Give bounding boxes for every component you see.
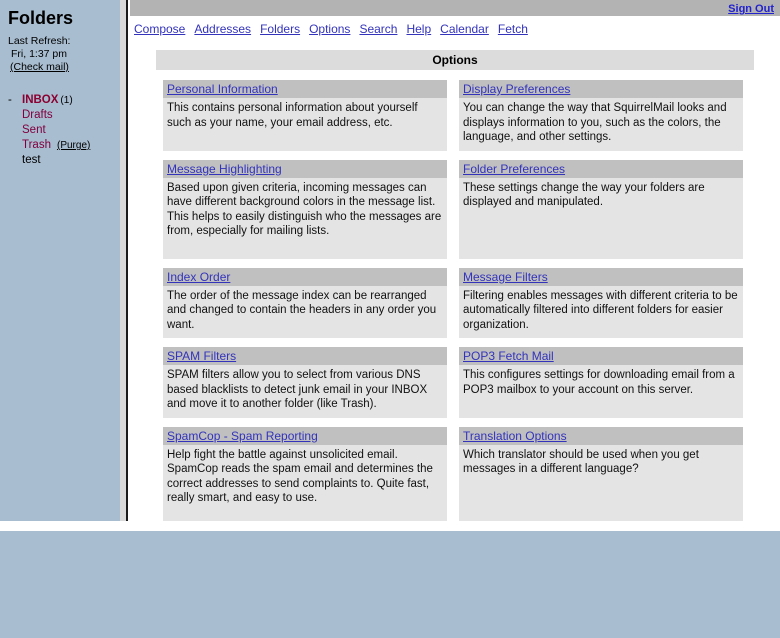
option-link-message-filters[interactable]: Message Filters bbox=[463, 270, 548, 284]
option-card-description: Which translator should be used when you… bbox=[463, 448, 699, 476]
option-link-spam-filters[interactable]: SPAM Filters bbox=[167, 349, 236, 363]
option-link-index-order[interactable]: Index Order bbox=[167, 270, 230, 284]
folder-link-drafts[interactable]: Drafts bbox=[22, 109, 53, 121]
option-link-display-preferences[interactable]: Display Preferences bbox=[463, 82, 570, 96]
main-frame: Sign Out Compose Addresses Folders Options S… bbox=[130, 0, 780, 521]
options-row: Personal Information This contains perso… bbox=[163, 80, 754, 151]
folder-label-test: test bbox=[22, 154, 41, 166]
last-refresh-time: Fri, 1:37 pm bbox=[11, 48, 68, 60]
option-card-description: Filtering enables messages with differen… bbox=[463, 289, 738, 331]
folder-item-drafts[interactable]: Drafts bbox=[8, 108, 114, 123]
option-link-translation-options[interactable]: Translation Options bbox=[463, 429, 567, 443]
option-card-spam-filters[interactable]: SPAM Filters SPAM filters allow you to s… bbox=[163, 347, 447, 418]
option-card-header: SPAM Filters bbox=[163, 347, 447, 365]
options-grid: Personal Information This contains perso… bbox=[163, 80, 754, 521]
nav-item-folders[interactable]: Folders bbox=[260, 22, 300, 36]
option-card-header: Folder Preferences bbox=[459, 159, 743, 178]
option-card-display-preferences[interactable]: Display Preferences You can change the w… bbox=[459, 80, 743, 151]
nav-item-calendar[interactable]: Calendar bbox=[440, 22, 489, 36]
option-card-translation-options[interactable]: Translation Options Which translator sho… bbox=[459, 426, 743, 521]
option-card-description: Based upon given criteria, incoming mess… bbox=[167, 181, 442, 238]
option-card-description: You can change the way that SquirrelMail… bbox=[463, 102, 727, 143]
option-card-header: SpamCop - Spam Reporting bbox=[163, 426, 447, 445]
option-link-folder-preferences[interactable]: Folder Preferences bbox=[463, 162, 565, 176]
option-card-folder-preferences[interactable]: Folder Preferences These settings change… bbox=[459, 159, 743, 259]
option-card-message-highlighting[interactable]: Message Highlighting Based upon given cr… bbox=[163, 159, 447, 259]
folder-link-trash[interactable]: Trash bbox=[22, 139, 51, 151]
check-mail-link-wrap: (Check mail) bbox=[10, 61, 114, 73]
page-area: Folders Last Refresh: Fri, 1:37 pm (Chec… bbox=[0, 0, 780, 531]
folder-list: - INBOX (1) Drafts Sent Trash (Purge) test bbox=[8, 93, 114, 168]
option-card-description: These settings change the way your folde… bbox=[463, 181, 705, 209]
option-card-header: Translation Options bbox=[459, 426, 743, 445]
option-card-description: Help fight the battle against unsolicite… bbox=[167, 448, 433, 505]
sign-out-link[interactable]: Sign Out bbox=[728, 3, 774, 15]
nav-item-fetch[interactable]: Fetch bbox=[498, 22, 528, 36]
nav-item-search[interactable]: Search bbox=[359, 22, 397, 36]
squirrelmail-window: Folders Last Refresh: Fri, 1:37 pm (Chec… bbox=[0, 0, 780, 638]
option-card-pop3-fetch-mail[interactable]: POP3 Fetch Mail This configures settings… bbox=[459, 347, 743, 418]
option-link-pop3-fetch-mail[interactable]: POP3 Fetch Mail bbox=[463, 349, 554, 363]
option-card-personal-information[interactable]: Personal Information This contains perso… bbox=[163, 80, 447, 151]
option-card-header: Message Filters bbox=[459, 267, 743, 286]
option-card-message-filters[interactable]: Message Filters Filtering enables messag… bbox=[459, 267, 743, 338]
option-card-header: POP3 Fetch Mail bbox=[459, 347, 743, 365]
folder-unread-count: (1) bbox=[60, 95, 73, 106]
nav-item-addresses[interactable]: Addresses bbox=[194, 22, 251, 36]
folder-link-inbox[interactable]: INBOX bbox=[22, 94, 58, 106]
option-link-spamcop[interactable]: SpamCop - Spam Reporting bbox=[167, 429, 318, 443]
last-refresh-label: Last Refresh: bbox=[8, 35, 71, 47]
check-mail-link[interactable]: (Check mail) bbox=[10, 61, 69, 73]
option-card-header: Index Order bbox=[163, 267, 447, 286]
folder-item-inbox[interactable]: - INBOX (1) bbox=[8, 93, 114, 108]
nav-item-help[interactable]: Help bbox=[406, 22, 431, 36]
folder-item-trash[interactable]: Trash (Purge) bbox=[8, 138, 114, 153]
desktop-background-band bbox=[0, 531, 780, 638]
option-link-personal-information[interactable]: Personal Information bbox=[167, 82, 278, 96]
nav-item-options[interactable]: Options bbox=[309, 22, 350, 36]
option-card-spamcop[interactable]: SpamCop - Spam Reporting Help fight the … bbox=[163, 426, 447, 521]
option-link-message-highlighting[interactable]: Message Highlighting bbox=[167, 162, 282, 176]
folder-item-test[interactable]: test bbox=[8, 153, 114, 168]
folders-title: Folders bbox=[8, 8, 74, 28]
option-card-header: Display Preferences bbox=[459, 80, 743, 98]
option-card-description: The order of the message index can be re… bbox=[167, 289, 437, 331]
option-card-description: This configures settings for downloading… bbox=[463, 369, 735, 396]
options-row: SpamCop - Spam Reporting Help fight the … bbox=[163, 426, 754, 521]
page-title: Options bbox=[156, 50, 754, 70]
folders-sidebar: Folders Last Refresh: Fri, 1:37 pm (Chec… bbox=[0, 0, 120, 521]
folder-item-sent[interactable]: Sent bbox=[8, 123, 114, 138]
options-row: Index Order The order of the message ind… bbox=[163, 267, 754, 338]
option-card-header: Message Highlighting bbox=[163, 159, 447, 178]
top-bar: Sign Out bbox=[130, 0, 780, 16]
purge-trash-link[interactable]: (Purge) bbox=[57, 140, 90, 151]
option-card-description: This contains personal information about… bbox=[167, 102, 418, 129]
main-navigation: Compose Addresses Folders Options Search Help… bbox=[130, 16, 780, 36]
options-row: Message Highlighting Based upon given cr… bbox=[163, 159, 754, 259]
option-card-description: SPAM filters allow you to select from va… bbox=[167, 369, 428, 410]
option-card-index-order[interactable]: Index Order The order of the message ind… bbox=[163, 267, 447, 338]
tree-dash-icon: - bbox=[8, 94, 12, 106]
frame-divider-scrollbar[interactable] bbox=[120, 0, 128, 521]
folder-link-sent[interactable]: Sent bbox=[22, 124, 46, 136]
nav-item-compose[interactable]: Compose bbox=[134, 22, 185, 36]
options-row: SPAM Filters SPAM filters allow you to s… bbox=[163, 347, 754, 418]
option-card-header: Personal Information bbox=[163, 80, 447, 98]
